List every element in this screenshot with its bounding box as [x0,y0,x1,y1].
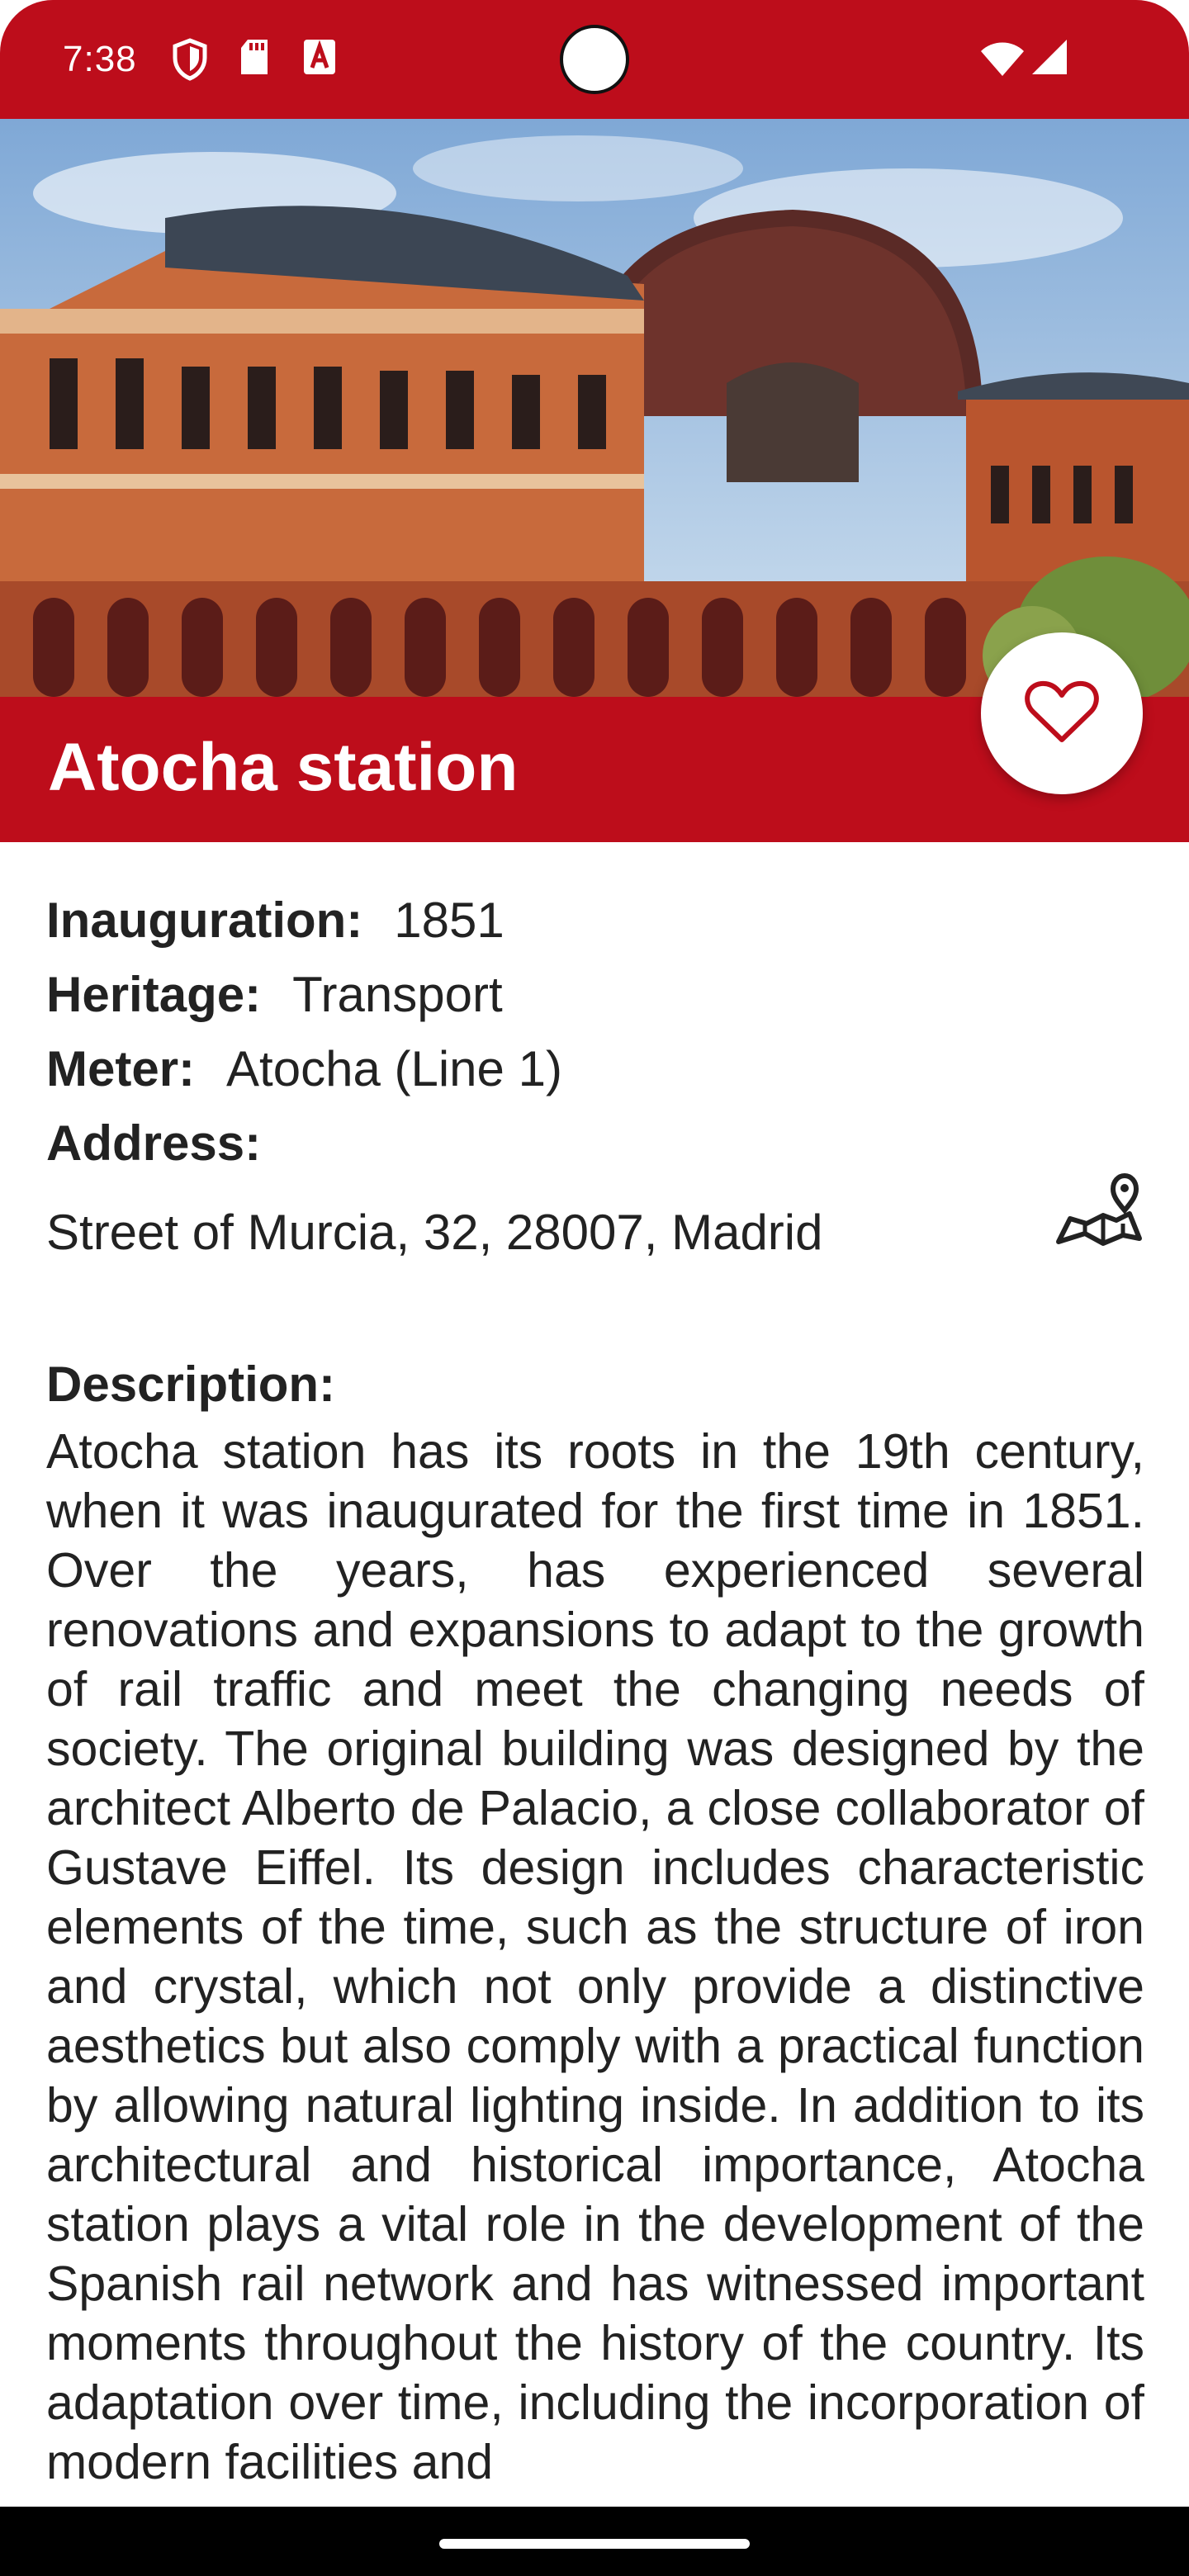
station-details: Inauguration: 1851 Heritage: Transport M… [46,883,1144,2495]
heritage-value: Transport [292,967,503,1022]
a-badge-icon [302,38,337,80]
status-time: 7:38 [63,39,137,79]
address-label: Address: [46,1115,262,1171]
address-label-row: Address: [46,1106,1144,1181]
inauguration-label: Inauguration: [46,893,363,948]
description-label: Description: [46,1357,336,1412]
heritage-label: Heritage: [46,967,262,1022]
meter-row: Meter: Atocha (Line 1) [46,1032,1144,1106]
cellular-signal-icon [1030,38,1068,80]
station-photo [0,119,1189,697]
address-row: Street of Murcia, 32, 28007, Madrid [46,1172,1144,1270]
heart-outline-icon [1025,679,1099,749]
navigation-bar [0,2507,1189,2576]
meter-label: Meter: [46,1041,196,1096]
description-text: Atocha station has its roots in the 19th… [46,1424,1144,2489]
home-gesture-handle[interactable] [439,2539,750,2549]
sd-card-icon [238,38,271,82]
heritage-row: Heritage: Transport [46,958,1144,1032]
shield-icon [172,38,208,85]
favorite-button[interactable] [981,632,1143,794]
meter-value: Atocha (Line 1) [226,1041,562,1096]
station-title: Atocha station [48,730,519,805]
inauguration-value: 1851 [394,893,504,948]
map-pin-icon[interactable] [1055,1172,1144,1269]
front-camera [560,25,629,94]
wifi-icon [979,40,1026,82]
status-bar: 7:38 [0,0,1189,119]
address-value: Street of Murcia, 32, 28007, Madrid [46,1205,823,1260]
inauguration-row: Inauguration: 1851 [46,883,1144,958]
